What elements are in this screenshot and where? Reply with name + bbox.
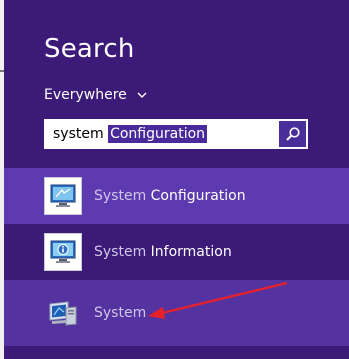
system-icon — [44, 294, 82, 332]
search-query-typed: system — [53, 126, 109, 142]
search-input[interactable]: system Configuration — [44, 119, 308, 149]
search-button[interactable] — [279, 121, 306, 147]
search-icon — [285, 127, 300, 141]
search-query-selected: Configuration — [108, 125, 208, 143]
search-charm-pane: Search Everywhere system Configuration S… — [4, 0, 349, 359]
page-title: Search — [44, 34, 135, 64]
result-system-configuration[interactable]: System Configuration — [4, 168, 349, 224]
result-label: System — [94, 305, 147, 321]
result-system-information[interactable]: System Information — [4, 224, 349, 280]
result-system[interactable]: System — [4, 280, 349, 346]
scope-dropdown[interactable]: Everywhere — [44, 87, 149, 103]
search-results-list: System Configuration System Information — [4, 168, 349, 346]
system-information-icon — [44, 233, 82, 271]
result-label: System Configuration — [94, 188, 246, 204]
scope-label: Everywhere — [44, 87, 127, 103]
result-label: System Information — [94, 244, 232, 260]
search-query[interactable]: system Configuration — [45, 120, 279, 148]
chevron-down-icon — [137, 92, 147, 98]
system-configuration-icon — [44, 177, 82, 215]
